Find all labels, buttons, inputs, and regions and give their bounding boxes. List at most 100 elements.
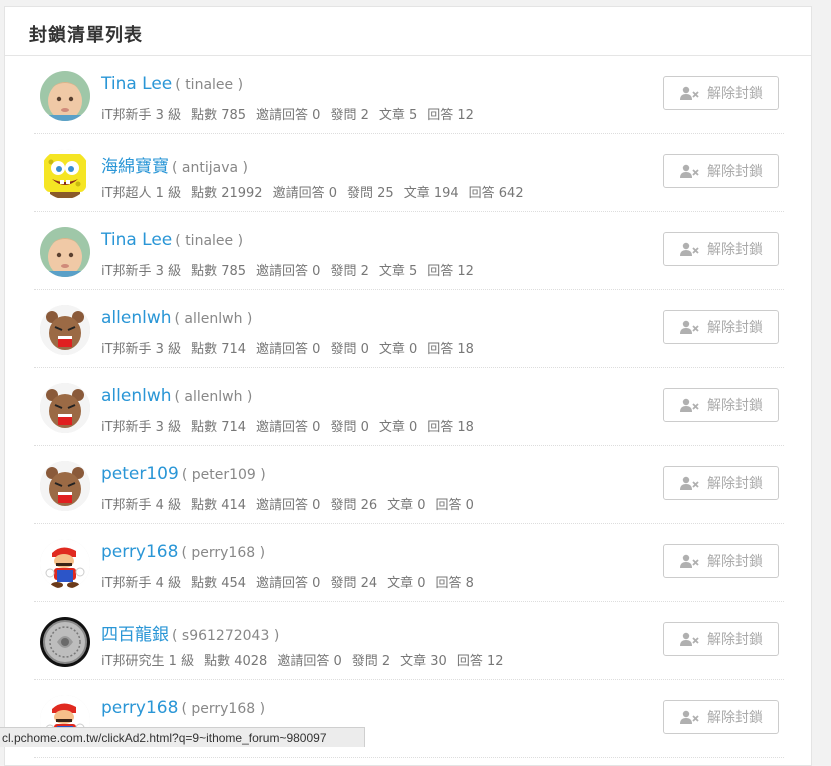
blocked-user-row: allenlwh( allenlwh ) iT邦新手 3 級點數 714 邀請回答 … — [34, 290, 784, 368]
browser-status-bar: cl.pchome.com.tw/clickAd2.html?q=9~ithom… — [0, 727, 365, 747]
unblock-button[interactable]: 解除封鎖 — [663, 466, 779, 500]
panel-header: 封鎖清單列表 — [5, 7, 811, 56]
blocked-user-row: 海綿寶寶( antijava ) iT邦超人 1 級點數 21992 邀請回答 0 發… — [34, 134, 784, 212]
user-name-line: perry168( perry168 ) — [101, 698, 265, 718]
user-rank: iT邦新手 3 級 — [101, 342, 182, 357]
answer-count: 回答 18 — [427, 420, 474, 435]
user-name-link[interactable]: perry168 — [101, 698, 178, 718]
blocked-user-row: peter109( peter109 ) iT邦新手 4 級點數 414 邀請回答 … — [34, 446, 784, 524]
article-count: 文章 0 — [387, 576, 426, 591]
question-count: 發問 0 — [330, 342, 369, 357]
question-count: 發問 26 — [330, 498, 378, 513]
user-stats: iT邦研究生 1 級點數 4028 邀請回答 0 發問 2 文章 30 回答 12 — [101, 650, 514, 669]
person-remove-icon — [679, 86, 699, 100]
invite-answer-count: 邀請回答 0 — [256, 498, 321, 513]
user-name-link[interactable]: perry168 — [101, 542, 178, 562]
user-name-line: Tina Lee( tinalee ) — [101, 74, 243, 94]
unblock-button[interactable]: 解除封鎖 — [663, 76, 779, 110]
user-account: ( tinalee ) — [175, 233, 244, 249]
answer-count: 回答 642 — [468, 186, 524, 201]
unblock-label: 解除封鎖 — [707, 398, 763, 414]
unblock-button[interactable]: 解除封鎖 — [663, 544, 779, 578]
user-account: ( tinalee ) — [175, 77, 244, 93]
user-points: 點數 714 — [191, 420, 247, 435]
invite-answer-count: 邀請回答 0 — [256, 264, 321, 279]
blocked-user-row: perry168( perry168 ) iT邦新手 4 級點數 454 邀請回答 … — [34, 524, 784, 602]
answer-count: 回答 12 — [427, 264, 474, 279]
user-account: ( s961272043 ) — [172, 628, 280, 644]
page-title: 封鎖清單列表 — [29, 25, 143, 46]
bear-avatar[interactable] — [40, 383, 90, 433]
user-account: ( allenlwh ) — [174, 311, 253, 327]
user-points: 點數 454 — [191, 576, 247, 591]
user-name-link[interactable]: 四百龍銀 — [101, 625, 169, 645]
unblock-button[interactable]: 解除封鎖 — [663, 310, 779, 344]
person-remove-icon — [679, 476, 699, 490]
user-name-link[interactable]: Tina Lee — [101, 74, 172, 94]
answer-count: 回答 12 — [456, 654, 504, 669]
answer-count: 回答 8 — [435, 576, 474, 591]
user-account: ( perry168 ) — [181, 701, 266, 717]
user-rank: iT邦超人 1 級 — [101, 186, 182, 201]
user-name-line: allenlwh( allenlwh ) — [101, 386, 252, 406]
sponge-avatar[interactable] — [40, 149, 90, 199]
user-name-link[interactable]: allenlwh — [101, 386, 172, 406]
baby-avatar[interactable] — [40, 71, 90, 121]
unblock-button[interactable]: 解除封鎖 — [663, 622, 779, 656]
user-stats: iT邦超人 1 級點數 21992 邀請回答 0 發問 25 文章 194 回答 642 — [101, 182, 534, 201]
unblock-label: 解除封鎖 — [707, 164, 763, 180]
question-count: 發問 0 — [330, 420, 369, 435]
user-rank: iT邦新手 3 級 — [101, 420, 182, 435]
plumber-avatar[interactable] — [40, 539, 90, 589]
answer-count: 回答 18 — [427, 342, 474, 357]
person-remove-icon — [679, 554, 699, 568]
unblock-button[interactable]: 解除封鎖 — [663, 388, 779, 422]
bear-avatar[interactable] — [40, 461, 90, 511]
unblock-label: 解除封鎖 — [707, 320, 763, 336]
blocked-user-row: 四百龍銀( s961272043 ) iT邦研究生 1 級點數 4028 邀請回答 … — [34, 602, 784, 680]
user-points: 點數 714 — [191, 342, 247, 357]
person-remove-icon — [679, 242, 699, 256]
unblock-label: 解除封鎖 — [707, 632, 763, 648]
question-count: 發問 2 — [330, 108, 369, 123]
coin-avatar[interactable] — [40, 617, 90, 667]
user-name-line: perry168( perry168 ) — [101, 542, 265, 562]
user-name-link[interactable]: Tina Lee — [101, 230, 172, 250]
invite-answer-count: 邀請回答 0 — [272, 186, 337, 201]
unblock-button[interactable]: 解除封鎖 — [663, 154, 779, 188]
answer-count: 回答 12 — [427, 108, 474, 123]
unblock-button[interactable]: 解除封鎖 — [663, 232, 779, 266]
user-stats: iT邦新手 4 級點數 414 邀請回答 0 發問 26 文章 0 回答 0 — [101, 494, 484, 513]
question-count: 發問 25 — [347, 186, 394, 201]
user-name-line: 海綿寶寶( antijava ) — [101, 152, 248, 177]
user-rank: iT邦新手 3 級 — [101, 108, 182, 123]
blocked-user-row: allenlwh( allenlwh ) iT邦新手 3 級點數 714 邀請回答 … — [34, 368, 784, 446]
block-list-panel: 封鎖清單列表 Tina Lee( tinalee ) iT邦新手 3 級點數 78… — [4, 6, 812, 766]
user-name-link[interactable]: peter109 — [101, 464, 179, 484]
article-count: 文章 194 — [403, 186, 459, 201]
user-name-link[interactable]: 海綿寶寶 — [101, 157, 169, 177]
article-count: 文章 0 — [378, 420, 418, 435]
invite-answer-count: 邀請回答 0 — [256, 108, 321, 123]
user-name-link[interactable]: allenlwh — [101, 308, 172, 328]
unblock-label: 解除封鎖 — [707, 554, 763, 570]
user-account: ( allenlwh ) — [174, 389, 253, 405]
baby-avatar[interactable] — [40, 227, 90, 277]
unblock-label: 解除封鎖 — [707, 710, 763, 726]
blocked-user-row: Tina Lee( tinalee ) iT邦新手 3 級點數 785 邀請回答 0… — [34, 56, 784, 134]
person-remove-icon — [679, 320, 699, 334]
invite-answer-count: 邀請回答 0 — [277, 654, 342, 669]
user-account: ( antijava ) — [172, 160, 248, 176]
bear-avatar[interactable] — [40, 305, 90, 355]
user-stats: iT邦新手 3 級點數 785 邀請回答 0 發問 2 文章 5 回答 12 — [101, 104, 484, 123]
article-count: 文章 5 — [378, 264, 418, 279]
user-points: 點數 4028 — [204, 654, 268, 669]
user-stats: iT邦新手 3 級點數 714 邀請回答 0 發問 0 文章 0 回答 18 — [101, 416, 484, 435]
user-account: ( peter109 ) — [181, 467, 266, 483]
user-rank: iT邦新手 4 級 — [101, 498, 182, 513]
article-count: 文章 30 — [400, 654, 447, 669]
question-count: 發問 24 — [330, 576, 378, 591]
person-remove-icon — [679, 710, 699, 724]
question-count: 發問 2 — [351, 654, 391, 669]
unblock-button[interactable]: 解除封鎖 — [663, 700, 779, 734]
